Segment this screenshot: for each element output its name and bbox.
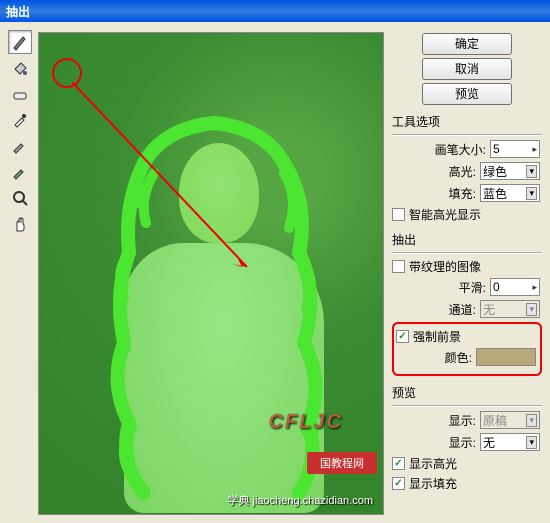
edge-highlighter-tool[interactable] — [8, 30, 32, 54]
show-fill-checkbox[interactable]: ✓ — [392, 477, 405, 490]
preview-group: 预览 显示: 原稿 ▾ 显示: 无 ▾ ✓ 显示高光 ✓ — [392, 384, 542, 492]
eraser-tool[interactable] — [8, 82, 32, 106]
smart-highlight-checkbox[interactable] — [392, 208, 405, 221]
smooth-value: 0 — [493, 280, 500, 294]
eyedropper-tool[interactable] — [8, 108, 32, 132]
channel-label: 通道: — [449, 301, 476, 318]
chevron-down-icon: ▾ — [526, 165, 537, 178]
show-highlight-label: 显示高光 — [409, 455, 457, 472]
extract-title: 抽出 — [392, 231, 542, 248]
display-select[interactable]: 无 ▾ — [480, 433, 540, 451]
photo-content — [39, 33, 383, 514]
textured-label: 带纹理的图像 — [409, 258, 481, 275]
watermark-badge: 国教程网 — [307, 452, 377, 474]
smooth-input[interactable]: 0 ▸ — [490, 278, 540, 296]
textured-checkbox[interactable] — [392, 260, 405, 273]
show-highlight-checkbox[interactable]: ✓ — [392, 457, 405, 470]
view-select: 原稿 ▾ — [480, 411, 540, 429]
titlebar: 抽出 — [0, 0, 550, 22]
tool-options-group: 工具选项 画笔大小: 5 ▸ 高光: 绿色 ▾ 填充: 蓝色 — [392, 113, 542, 223]
ok-button[interactable]: 确定 — [422, 33, 512, 55]
options-panel: 确定 取消 预览 工具选项 画笔大小: 5 ▸ 高光: 绿色 ▾ 填充: — [390, 26, 544, 519]
chevron-down-icon: ▾ — [526, 303, 537, 316]
preview-title: 预览 — [392, 384, 542, 401]
cancel-button[interactable]: 取消 — [422, 58, 512, 80]
view-value: 原稿 — [483, 412, 507, 429]
preview-canvas[interactable]: CFLJC 国教程网 学典 jiaocheng.chazidian.com — [38, 32, 384, 515]
hand-tool[interactable] — [8, 212, 32, 236]
color-swatch[interactable] — [476, 348, 536, 366]
view-label: 显示: — [449, 412, 476, 429]
show-fill-label: 显示填充 — [409, 475, 457, 492]
chevron-down-icon: ▾ — [526, 187, 537, 200]
chevron-down-icon: ▾ — [526, 414, 537, 427]
window-title: 抽出 — [6, 3, 30, 20]
channel-select: 无 ▾ — [480, 300, 540, 318]
preview-button[interactable]: 预览 — [422, 83, 512, 105]
highlight-label: 高光: — [449, 163, 476, 180]
highlight-value: 绿色 — [483, 163, 507, 180]
fill-value: 蓝色 — [483, 185, 507, 202]
smooth-label: 平滑: — [459, 279, 486, 296]
zoom-tool[interactable] — [8, 186, 32, 210]
brush-size-value: 5 — [493, 142, 500, 156]
fill-select[interactable]: 蓝色 ▾ — [480, 184, 540, 202]
fill-tool[interactable] — [8, 56, 32, 80]
caret-icon: ▸ — [532, 282, 537, 293]
color-label: 颜色: — [445, 349, 472, 366]
fill-label: 填充: — [449, 185, 476, 202]
display-label: 显示: — [449, 434, 476, 451]
chevron-down-icon: ▾ — [526, 436, 537, 449]
highlight-select[interactable]: 绿色 ▾ — [480, 162, 540, 180]
channel-value: 无 — [483, 301, 495, 318]
brush-size-label: 画笔大小: — [435, 141, 486, 158]
force-foreground-checkbox[interactable]: ✓ — [396, 330, 409, 343]
extract-group: 抽出 带纹理的图像 平滑: 0 ▸ 通道: 无 ▾ — [392, 231, 542, 376]
annotation-highlight-box: ✓ 强制前景 颜色: — [392, 322, 542, 376]
watermark-logo: CFLJC — [269, 411, 343, 434]
cleanup-tool[interactable] — [8, 134, 32, 158]
force-foreground-label: 强制前景 — [413, 328, 461, 345]
tool-column — [4, 26, 36, 519]
smart-highlight-label: 智能高光显示 — [409, 206, 481, 223]
edge-touchup-tool[interactable] — [8, 160, 32, 184]
tool-options-title: 工具选项 — [392, 113, 542, 130]
display-value: 无 — [483, 434, 495, 451]
brush-size-input[interactable]: 5 ▸ — [490, 140, 540, 158]
watermark-url: 学典 jiaocheng.chazidian.com — [227, 492, 373, 508]
caret-icon: ▸ — [532, 144, 537, 155]
